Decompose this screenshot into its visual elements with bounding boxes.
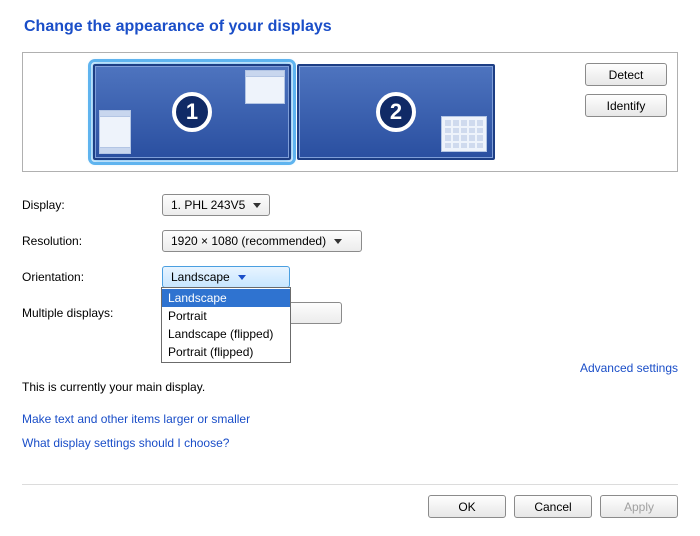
apply-button[interactable]: Apply <box>600 495 678 518</box>
ok-button[interactable]: OK <box>428 495 506 518</box>
identify-button[interactable]: Identify <box>585 94 667 117</box>
window-icon <box>245 70 285 104</box>
cancel-button[interactable]: Cancel <box>514 495 592 518</box>
main-display-text: This is currently your main display. <box>22 380 205 394</box>
keyboard-icon <box>441 116 487 152</box>
orientation-label: Orientation: <box>22 270 162 284</box>
orientation-option-portrait[interactable]: Portrait <box>162 307 290 325</box>
orientation-option-landscape[interactable]: Landscape <box>162 289 290 307</box>
orientation-option-landscape-flipped[interactable]: Landscape (flipped) <box>162 325 290 343</box>
resolution-value: 1920 × 1080 (recommended) <box>171 234 326 248</box>
page-title: Change the appearance of your displays <box>24 18 678 36</box>
orientation-value: Landscape <box>171 270 230 284</box>
resolution-label: Resolution: <box>22 234 162 248</box>
monitor-1[interactable]: 1 <box>93 64 291 160</box>
detect-button[interactable]: Detect <box>585 63 667 86</box>
monitor-number-badge: 1 <box>172 92 212 132</box>
display-select[interactable]: 1. PHL 243V5 <box>162 194 270 216</box>
orientation-dropdown: Landscape Portrait Landscape (flipped) P… <box>161 287 291 363</box>
chevron-down-icon <box>334 239 342 244</box>
display-preview-area: 1 2 Detect Identify <box>22 52 678 172</box>
help-link[interactable]: What display settings should I choose? <box>22 436 678 450</box>
display-label: Display: <box>22 198 162 212</box>
chevron-down-icon <box>238 275 246 280</box>
resolution-select[interactable]: 1920 × 1080 (recommended) <box>162 230 362 252</box>
monitor-number-badge: 2 <box>376 92 416 132</box>
dialog-footer: OK Cancel Apply <box>22 484 678 518</box>
display-value: 1. PHL 243V5 <box>171 198 245 212</box>
multiple-displays-label: Multiple displays: <box>22 306 162 320</box>
chevron-down-icon <box>253 203 261 208</box>
text-size-link[interactable]: Make text and other items larger or smal… <box>22 412 678 426</box>
orientation-select[interactable]: Landscape <box>162 266 290 288</box>
window-icon <box>99 110 131 154</box>
orientation-option-portrait-flipped[interactable]: Portrait (flipped) <box>162 343 290 361</box>
advanced-settings-link[interactable]: Advanced settings <box>580 361 678 375</box>
monitor-2[interactable]: 2 <box>297 64 495 160</box>
